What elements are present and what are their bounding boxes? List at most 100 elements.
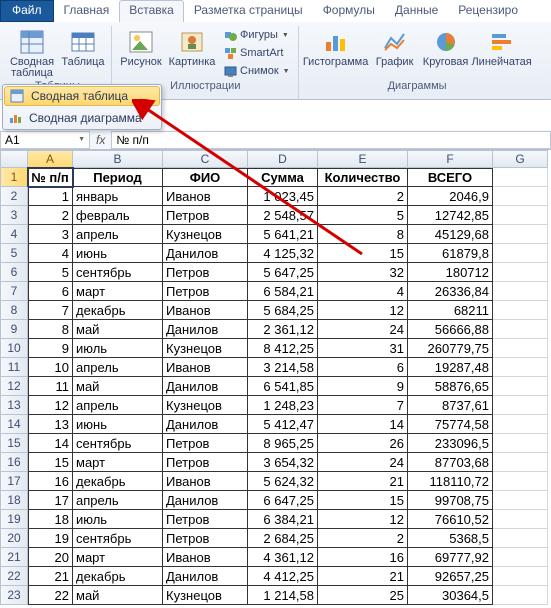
cell[interactable]: 8: [318, 225, 408, 244]
cell[interactable]: Кузнецов: [163, 586, 248, 605]
cell[interactable]: 6 384,21: [248, 510, 318, 529]
cell[interactable]: Данилов: [163, 567, 248, 586]
cell[interactable]: Иванов: [163, 472, 248, 491]
table-button[interactable]: Таблица: [59, 26, 107, 80]
cell[interactable]: 3 654,32: [248, 453, 318, 472]
cell[interactable]: [493, 491, 548, 510]
cell[interactable]: 31: [318, 339, 408, 358]
cell[interactable]: 2: [28, 206, 73, 225]
col-header-D[interactable]: D: [248, 150, 318, 168]
row-header[interactable]: 16: [0, 453, 28, 472]
cell[interactable]: 24: [318, 453, 408, 472]
row-header[interactable]: 15: [0, 434, 28, 453]
cell[interactable]: Период: [73, 168, 163, 187]
cell[interactable]: 17: [28, 491, 73, 510]
cell[interactable]: 19: [28, 529, 73, 548]
cell[interactable]: 8 412,25: [248, 339, 318, 358]
cell[interactable]: апрель: [73, 225, 163, 244]
cell[interactable]: 76610,52: [408, 510, 493, 529]
cell[interactable]: 24: [318, 320, 408, 339]
cell[interactable]: 6 647,25: [248, 491, 318, 510]
column-chart-button[interactable]: Гистограмма: [304, 26, 368, 80]
cell[interactable]: Данилов: [163, 415, 248, 434]
tab-formulas[interactable]: Формулы: [313, 0, 385, 22]
cell[interactable]: 26336,84: [408, 282, 493, 301]
cell[interactable]: 6 584,21: [248, 282, 318, 301]
cell[interactable]: [493, 225, 548, 244]
cell[interactable]: май: [73, 320, 163, 339]
cell[interactable]: 2 361,12: [248, 320, 318, 339]
cell[interactable]: [493, 339, 548, 358]
cell[interactable]: ВСЕГО: [408, 168, 493, 187]
cell[interactable]: [493, 187, 548, 206]
cell[interactable]: [493, 301, 548, 320]
cell[interactable]: [493, 168, 548, 187]
cell[interactable]: [493, 396, 548, 415]
cell[interactable]: 22: [28, 586, 73, 605]
cell[interactable]: Данилов: [163, 244, 248, 263]
cell[interactable]: 4 412,25: [248, 567, 318, 586]
cell[interactable]: сентябрь: [73, 263, 163, 282]
cell[interactable]: 61879,8: [408, 244, 493, 263]
cell[interactable]: 15: [318, 491, 408, 510]
cell[interactable]: 9: [28, 339, 73, 358]
cell[interactable]: 12: [28, 396, 73, 415]
cell[interactable]: 7: [318, 396, 408, 415]
cell[interactable]: декабрь: [73, 301, 163, 320]
cell[interactable]: [493, 434, 548, 453]
cell[interactable]: [493, 377, 548, 396]
cell[interactable]: 4: [318, 282, 408, 301]
cell[interactable]: Петров: [163, 263, 248, 282]
cell[interactable]: Иванов: [163, 548, 248, 567]
cell[interactable]: 30364,5: [408, 586, 493, 605]
cell[interactable]: 12: [318, 510, 408, 529]
cell[interactable]: 2: [318, 529, 408, 548]
cell[interactable]: март: [73, 282, 163, 301]
cell[interactable]: 2 548,57: [248, 206, 318, 225]
cell[interactable]: 9: [318, 377, 408, 396]
row-header[interactable]: 17: [0, 472, 28, 491]
cell[interactable]: июнь: [73, 244, 163, 263]
cell[interactable]: 2: [318, 187, 408, 206]
cell[interactable]: 5 624,32: [248, 472, 318, 491]
cell[interactable]: 26: [318, 434, 408, 453]
cell[interactable]: июль: [73, 510, 163, 529]
cell[interactable]: 25: [318, 586, 408, 605]
row-header[interactable]: 22: [0, 567, 28, 586]
cell[interactable]: 6 541,85: [248, 377, 318, 396]
tab-home[interactable]: Главная: [54, 0, 120, 22]
tab-pagelayout[interactable]: Разметка страницы: [184, 0, 313, 22]
cell[interactable]: апрель: [73, 396, 163, 415]
cell[interactable]: 99708,75: [408, 491, 493, 510]
cell[interactable]: 16: [318, 548, 408, 567]
pie-chart-button[interactable]: Круговая: [422, 26, 470, 80]
row-header[interactable]: 2: [0, 187, 28, 206]
col-header-C[interactable]: C: [163, 150, 248, 168]
cell[interactable]: [493, 453, 548, 472]
row-header[interactable]: 4: [0, 225, 28, 244]
select-all-corner[interactable]: [0, 150, 28, 168]
cell[interactable]: [493, 548, 548, 567]
cell[interactable]: 10: [28, 358, 73, 377]
cell[interactable]: ФИО: [163, 168, 248, 187]
dropdown-pivot-table[interactable]: Сводная таблица: [4, 86, 160, 106]
cell[interactable]: [493, 586, 548, 605]
cell[interactable]: апрель: [73, 358, 163, 377]
cell[interactable]: 8 965,25: [248, 434, 318, 453]
cell[interactable]: Петров: [163, 510, 248, 529]
cell[interactable]: 5: [28, 263, 73, 282]
row-header[interactable]: 7: [0, 282, 28, 301]
cell[interactable]: 118110,72: [408, 472, 493, 491]
cell[interactable]: апрель: [73, 491, 163, 510]
row-header[interactable]: 19: [0, 510, 28, 529]
cell[interactable]: [493, 415, 548, 434]
cell[interactable]: Петров: [163, 529, 248, 548]
cell[interactable]: 19287,48: [408, 358, 493, 377]
dropdown-pivot-chart[interactable]: Сводная диаграмма: [3, 107, 161, 129]
cell[interactable]: 5368,5: [408, 529, 493, 548]
cell[interactable]: сентябрь: [73, 434, 163, 453]
clipart-button[interactable]: Картинка: [168, 26, 216, 80]
cell[interactable]: 6: [28, 282, 73, 301]
cell[interactable]: 12742,85: [408, 206, 493, 225]
row-header[interactable]: 20: [0, 529, 28, 548]
